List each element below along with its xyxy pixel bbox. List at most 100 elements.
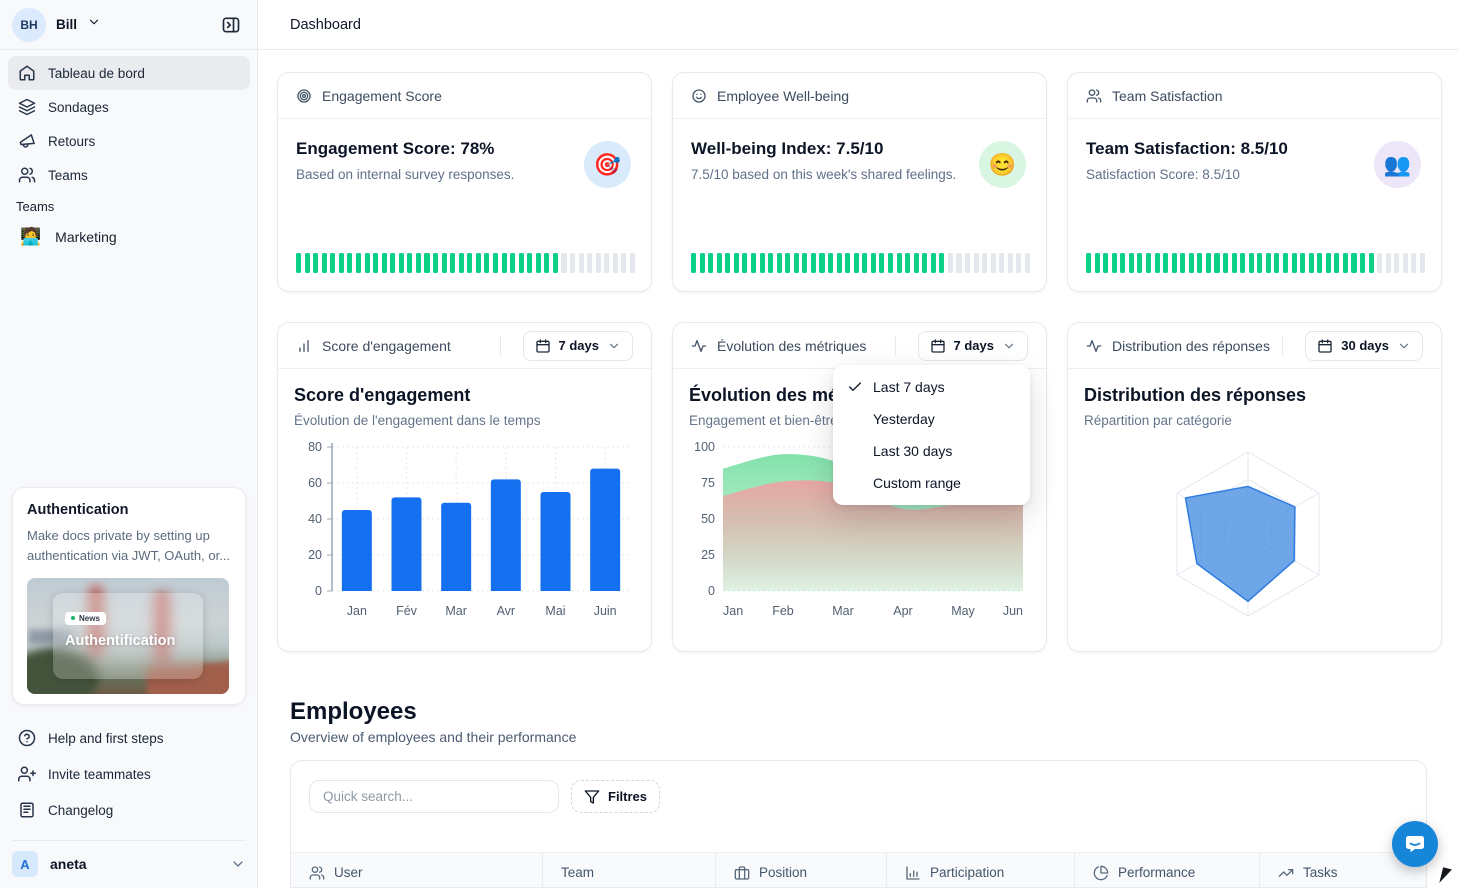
bar-chart-icon: [296, 338, 312, 354]
svg-text:0: 0: [315, 584, 322, 598]
topbar: Dashboard: [258, 0, 1458, 50]
busts-emoji-icon: 👥: [1374, 141, 1421, 188]
sidebar-footer: Help and first stepsInvite teammatesChan…: [8, 720, 250, 828]
employees-subtitle: Overview of employees and their performa…: [290, 729, 576, 745]
chevron-down-icon: [1002, 339, 1016, 353]
search-input[interactable]: [309, 780, 559, 813]
layers-icon: [18, 98, 36, 116]
divider: [12, 840, 246, 841]
card-header-label: Distribution des réponses: [1112, 338, 1270, 354]
card-header-label: Score d'engagement: [322, 338, 451, 354]
svg-text:Mar: Mar: [832, 604, 854, 618]
chart-card-responses-distribution: Distribution des réponses 30 days Distri…: [1067, 322, 1442, 652]
users-icon: [1086, 88, 1102, 104]
svg-text:0: 0: [708, 584, 715, 598]
megaphone-icon: [18, 132, 36, 150]
activity-icon: [1086, 338, 1102, 354]
svg-text:Apr: Apr: [893, 604, 912, 618]
target-icon: [296, 88, 312, 104]
sidebar-item-tableau-de-bord[interactable]: Tableau de bord: [8, 56, 250, 90]
svg-text:Feb: Feb: [772, 604, 794, 618]
filters-button[interactable]: Filtres: [571, 780, 660, 813]
progress-bar: [1086, 253, 1425, 273]
svg-text:Mai: Mai: [545, 604, 565, 618]
svg-text:Jun: Jun: [1003, 604, 1023, 618]
promo-image-title: Authentification: [65, 633, 191, 649]
target-emoji-icon: 🎯: [584, 141, 631, 188]
svg-text:Jan: Jan: [723, 604, 743, 618]
range-select-button[interactable]: 30 days: [1305, 331, 1423, 361]
workspace-switcher[interactable]: A aneta: [12, 847, 246, 881]
workspace-name: aneta: [50, 856, 87, 872]
menu-item-last-7-days[interactable]: Last 7 days: [839, 371, 1024, 403]
svg-text:Jan: Jan: [347, 604, 367, 618]
collapse-sidebar-button[interactable]: [217, 11, 245, 39]
sidebar-item-changelog[interactable]: Changelog: [8, 792, 250, 828]
news-dot-icon: [71, 616, 75, 620]
progress-bar: [296, 253, 635, 273]
range-select-button[interactable]: 7 days: [918, 331, 1028, 361]
column-header-performance[interactable]: Performance: [1075, 853, 1260, 888]
avatar[interactable]: BH: [12, 8, 46, 42]
mouse-cursor: [1439, 867, 1458, 886]
technologist-emoji-icon: 🧑‍💻: [20, 227, 41, 247]
chart-subtitle: Répartition par catégorie: [1084, 413, 1425, 428]
menu-item-yesterday[interactable]: Yesterday: [839, 403, 1024, 435]
sidebar-item-sondages[interactable]: Sondages: [8, 90, 250, 124]
dashboard-app: BH Bill Tableau de bordSondagesRetoursTe…: [0, 0, 1458, 888]
stat-subtitle: Satisfaction Score: 8.5/10: [1086, 167, 1423, 182]
chart-title: Distribution des réponses: [1084, 385, 1425, 406]
authentication-promo-card[interactable]: Authentication Make docs private by sett…: [12, 487, 246, 705]
chevron-down-icon: [607, 339, 621, 353]
range-select-button[interactable]: 7 days: [523, 331, 633, 361]
svg-text:40: 40: [308, 512, 322, 526]
column-header-participation[interactable]: Participation: [887, 853, 1075, 888]
stat-title: Team Satisfaction: 8.5/10: [1086, 139, 1423, 159]
chevron-down-icon: [1397, 339, 1411, 353]
chart-subtitle: Évolution de l'engagement dans le temps: [294, 413, 635, 428]
sidebar-header: BH Bill: [0, 0, 257, 50]
promo-overlay-card: News Authentification: [53, 593, 203, 679]
card-header-label: Évolution des métriques: [717, 338, 866, 354]
user-name[interactable]: Bill: [56, 17, 77, 32]
svg-text:Mar: Mar: [445, 604, 467, 618]
sidebar: BH Bill Tableau de bordSondagesRetoursTe…: [0, 0, 258, 888]
card-header-label: Team Satisfaction: [1112, 88, 1223, 104]
pie-chart-icon: [1093, 865, 1109, 881]
svg-text:75: 75: [701, 476, 715, 490]
menu-item-last-30-days[interactable]: Last 30 days: [839, 435, 1024, 467]
sidebar-item-teams[interactable]: Teams: [8, 158, 250, 192]
svg-text:20: 20: [308, 548, 322, 562]
divider: [500, 336, 501, 356]
svg-text:Juin: Juin: [594, 604, 617, 618]
column-header-user[interactable]: User: [291, 853, 543, 888]
chevron-down-icon[interactable]: [87, 15, 101, 34]
chart-title: Score d'engagement: [294, 385, 635, 406]
chart-column-icon: [905, 865, 921, 881]
sidebar-item-help-and-first-steps[interactable]: Help and first steps: [8, 720, 250, 756]
svg-text:60: 60: [308, 476, 322, 490]
activity-icon: [691, 338, 707, 354]
stat-card-engagement: Engagement Score Engagement Score: 78% B…: [277, 72, 652, 292]
chat-launcher-button[interactable]: [1392, 821, 1438, 867]
menu-item-custom-range[interactable]: Custom range: [839, 467, 1024, 499]
sidebar-item-invite-teammates[interactable]: Invite teammates: [8, 756, 250, 792]
stat-card-satisfaction: Team Satisfaction Team Satisfaction: 8.5…: [1067, 72, 1442, 292]
column-header-position[interactable]: Position: [716, 853, 887, 888]
stat-title: Well-being Index: 7.5/10: [691, 139, 1028, 159]
promo-image[interactable]: News Authentification: [27, 578, 229, 694]
stat-subtitle: Based on internal survey responses.: [296, 167, 633, 182]
employees-table-card: Filtres UserTeamPositionParticipationPer…: [290, 760, 1427, 888]
sidebar-item-marketing[interactable]: 🧑‍💻 Marketing: [8, 221, 250, 253]
table-header-row: UserTeamPositionParticipationPerformance…: [291, 852, 1426, 888]
trending-up-icon: [1278, 865, 1294, 881]
promo-description: Make docs private by setting up authenti…: [27, 526, 231, 566]
chart-card-engagement-score: Score d'engagement 7 days Score d'engage…: [277, 322, 652, 652]
sidebar-nav: Tableau de bordSondagesRetoursTeams: [8, 56, 250, 192]
divider: [1282, 336, 1283, 356]
responses-radar-chart: [1076, 431, 1428, 636]
sidebar-item-retours[interactable]: Retours: [8, 124, 250, 158]
column-header-team[interactable]: Team: [543, 853, 716, 888]
changelog-icon: [18, 801, 36, 819]
smile-icon: [691, 88, 707, 104]
